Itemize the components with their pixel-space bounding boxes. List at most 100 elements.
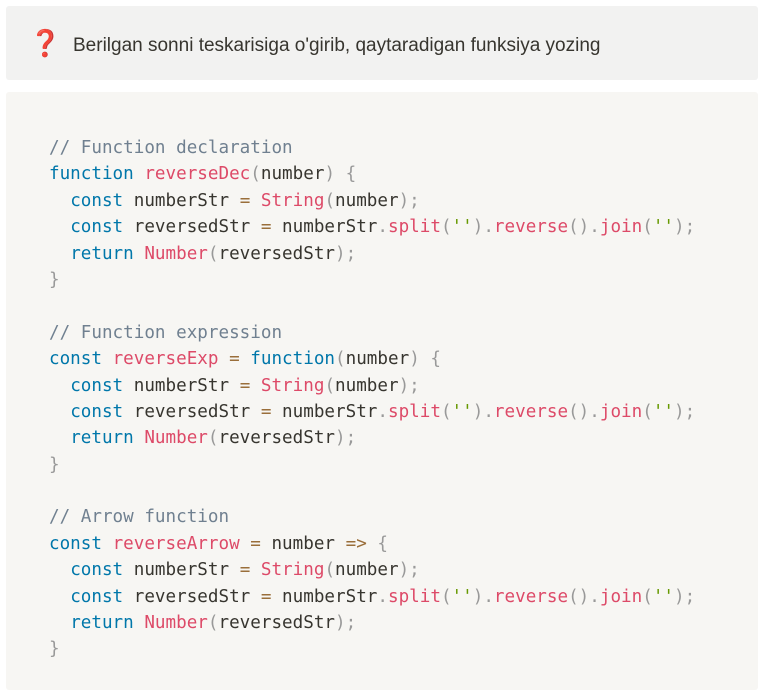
code-token: String [260, 375, 325, 396]
code-token: { [345, 164, 357, 185]
code-token: split [387, 586, 441, 607]
code-line: // Function declaration [49, 135, 695, 161]
code-block[interactable]: // Function declaration function reverseD… [6, 92, 758, 690]
code-line: } [49, 267, 695, 293]
code-line: // Function expression [49, 320, 695, 346]
code-token: // Function expression [49, 322, 283, 343]
code-token: reversedStr [218, 613, 336, 634]
code-token: = [260, 217, 272, 238]
code-token: ( [324, 560, 336, 581]
code-token: ( [642, 217, 653, 238]
code-token: // Function declaration [49, 138, 293, 158]
code-token: reverseExp [112, 349, 219, 370]
code-token: ( [440, 586, 452, 607]
code-token: function [49, 164, 134, 185]
code-token: ( [207, 243, 219, 264]
code-token: numberStr [123, 375, 240, 396]
code-token: reversedStr [123, 217, 261, 238]
code-line: } [49, 636, 695, 662]
code-token: join [599, 217, 643, 238]
code-token: number [335, 190, 399, 211]
code-token: reversedStr [123, 586, 261, 607]
code-token: number [335, 375, 399, 396]
code-token: = [260, 401, 272, 422]
code-token: (). [568, 586, 600, 607]
code-token: ) [324, 164, 336, 185]
code-token: ); [335, 428, 357, 449]
code-token: ); [398, 375, 420, 396]
code-token: numberStr [271, 217, 378, 238]
code-token: ); [398, 560, 420, 581]
code-token: '' [652, 586, 675, 607]
code-token: Number [144, 613, 208, 634]
code-line: return Number(reversedStr); [49, 241, 695, 267]
code-token: = [250, 533, 261, 554]
code-token: '' [652, 401, 675, 422]
code-token: reversedStr [123, 401, 261, 422]
code-token: // Arrow function [49, 507, 230, 528]
code-token: { [377, 533, 388, 554]
code-token: split [387, 217, 441, 238]
code-token: const [70, 190, 124, 211]
code-token: Number [144, 428, 208, 449]
code-token: ( [642, 401, 653, 422]
code-token: join [599, 586, 643, 607]
code-line: const numberStr = String(number); [49, 188, 695, 214]
code-token: ). [472, 586, 494, 607]
code-token: = [260, 586, 272, 607]
code-token: const [70, 401, 124, 422]
code-token: numberStr [271, 586, 378, 607]
code-token: ( [440, 401, 452, 422]
code-token: ) [409, 349, 420, 370]
code-token: (). [568, 217, 600, 238]
code-token: Number [144, 243, 208, 264]
code-token: number [345, 349, 410, 370]
code-token: reversedStr [218, 243, 336, 264]
code-content[interactable]: // Function declaration function reverseD… [49, 135, 695, 663]
question-mark-icon: ❓ [29, 29, 62, 59]
code-line: const numberStr = String(number); [49, 557, 695, 583]
code-token: number [335, 560, 399, 581]
code-line: const reversedStr = numberStr.split('').… [49, 399, 695, 425]
code-token: String [260, 190, 325, 211]
code-token: ( [250, 164, 261, 185]
code-token: . [377, 586, 388, 607]
code-token: reverse [493, 586, 569, 607]
code-line: const numberStr = String(number); [49, 373, 695, 399]
code-token: { [430, 349, 441, 370]
code-token: } [49, 454, 60, 475]
code-token: const [49, 533, 102, 554]
code-token: ). [472, 401, 494, 422]
code-token: numberStr [123, 190, 240, 211]
code-token: ( [324, 375, 336, 396]
code-token: '' [652, 217, 675, 238]
code-token: numberStr [271, 401, 378, 422]
code-token: reverse [493, 401, 569, 422]
code-token: ( [207, 428, 219, 449]
code-line: const reverseExp = function(number) { [49, 346, 695, 372]
code-token: '' [451, 401, 473, 422]
code-token: reverse [493, 217, 569, 238]
code-token: = [229, 349, 240, 370]
code-token: . [377, 217, 388, 238]
code-token: '' [451, 586, 473, 607]
code-line: } [49, 452, 695, 478]
code-token: return [70, 243, 134, 264]
code-token: ); [674, 217, 696, 238]
code-token: '' [451, 217, 473, 238]
code-token: number [260, 164, 325, 185]
code-token: ); [674, 401, 696, 422]
